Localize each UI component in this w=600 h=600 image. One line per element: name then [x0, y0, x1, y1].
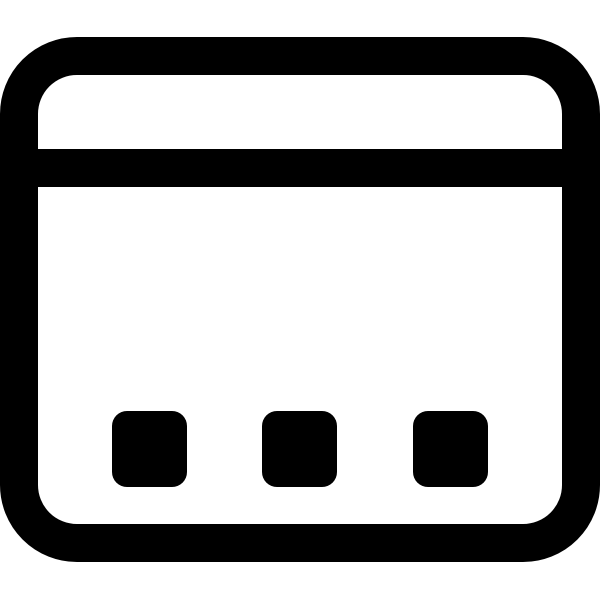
- dock-item-1: [112, 411, 187, 487]
- app-window-dock-icon: [0, 37, 600, 562]
- dock-item-3: [413, 411, 488, 487]
- icon-canvas: [0, 0, 600, 600]
- dock-item-2: [262, 411, 337, 487]
